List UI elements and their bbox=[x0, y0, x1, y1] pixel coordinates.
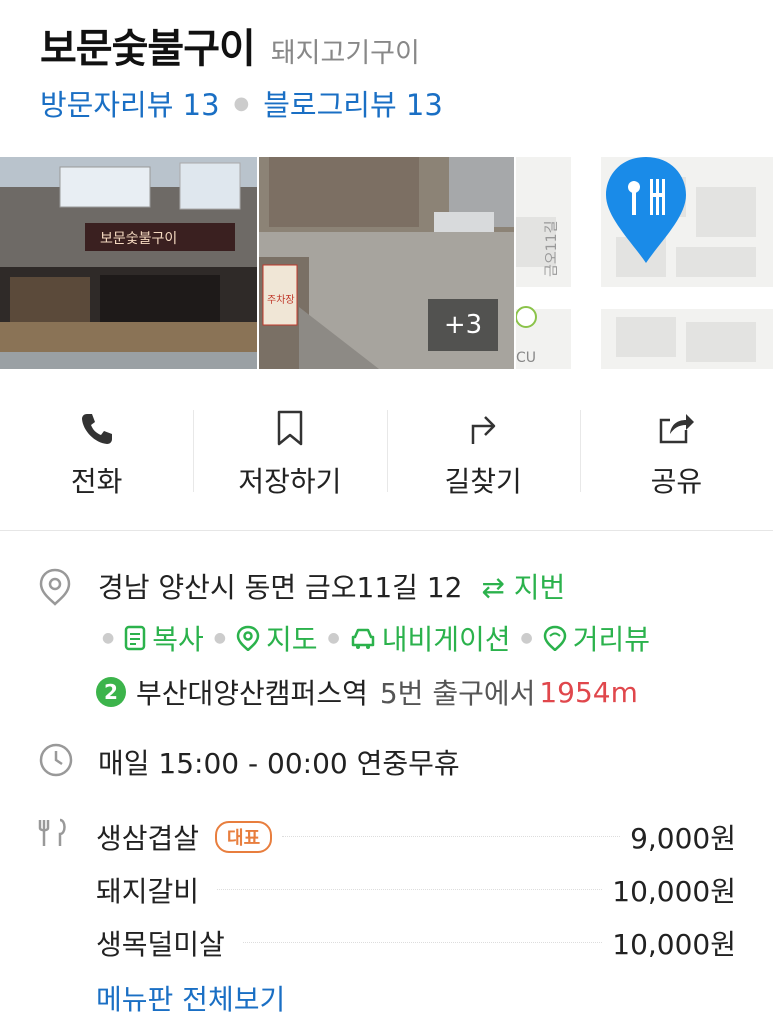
navigation-label: 내비게이션 bbox=[381, 623, 511, 656]
dotted-leader bbox=[217, 889, 603, 890]
navigation-link[interactable]: 내비게이션 bbox=[350, 618, 511, 658]
map-label: 지도 bbox=[265, 623, 318, 656]
menu-item[interactable]: 돼지갈비 10,000원 bbox=[96, 863, 736, 916]
subway-info: 2 부산대양산캠퍼스역 5번 출구에서 1954m bbox=[96, 672, 638, 712]
address-text: 경남 양산시 동면 금오11길 12 bbox=[98, 571, 463, 604]
menu-item-name: 돼지갈비 bbox=[96, 869, 208, 910]
save-label: 저장하기 bbox=[238, 465, 342, 498]
separator-dot: ● bbox=[102, 630, 115, 646]
map-thumbnail[interactable]: 금오11길 CU bbox=[516, 157, 773, 369]
directions-label: 길찾기 bbox=[444, 465, 522, 498]
directions-icon bbox=[463, 408, 503, 448]
bookmark-icon bbox=[270, 408, 310, 448]
copy-label: 복사 bbox=[152, 623, 204, 656]
menu-list: 생삼겹살 대표 9,000원 돼지갈비 10,000원 생목덜미살 10,000… bbox=[96, 810, 736, 969]
menu-item-name: 생삼겹살 bbox=[96, 816, 208, 857]
visitor-review-link[interactable]: 방문자리뷰 13 bbox=[40, 82, 220, 124]
menu-item[interactable]: 생목덜미살 10,000원 bbox=[96, 916, 736, 969]
map-pin-small-icon bbox=[236, 625, 260, 651]
phone-icon bbox=[77, 408, 117, 448]
street-view-icon bbox=[543, 625, 567, 651]
title-row: 보문숯불구이 돼지고기구이 bbox=[40, 16, 420, 74]
separator-dot: ● bbox=[327, 630, 340, 646]
separator-dot: ● bbox=[520, 630, 533, 646]
menu-item-name: 생목덜미살 bbox=[96, 922, 233, 963]
photo-storefront[interactable]: 보문숯불구이 bbox=[0, 157, 257, 369]
car-icon bbox=[351, 628, 374, 649]
menu-item-price: 10,000원 bbox=[612, 922, 736, 963]
station-exit: 5번 출구에서 bbox=[379, 677, 536, 710]
location-icon bbox=[38, 568, 72, 610]
call-label: 전화 bbox=[70, 465, 123, 498]
directions-button[interactable]: 길찾기 bbox=[386, 370, 580, 530]
separator-dot: ● bbox=[233, 92, 250, 114]
map-street-label: 금오11길 bbox=[544, 221, 560, 277]
photo-parking[interactable]: 주차장 +3 bbox=[259, 157, 514, 369]
separator-dot: ● bbox=[213, 630, 226, 646]
signature-badge: 대표 bbox=[215, 820, 273, 853]
menu-icon bbox=[38, 816, 72, 854]
call-button[interactable]: 전화 bbox=[0, 370, 193, 530]
review-row: 방문자리뷰 13 ● 블로그리뷰 13 bbox=[40, 82, 443, 124]
address-actions: ● 복사 ● 지도 ● 내비게이션 ● 거리뷰 bbox=[92, 618, 650, 658]
clock-icon bbox=[38, 742, 74, 782]
share-icon bbox=[656, 408, 696, 448]
share-label: 공유 bbox=[650, 465, 703, 498]
place-header: 보문숯불구이 돼지고기구이 방문자리뷰 13 ● 블로그리뷰 13 bbox=[0, 0, 773, 155]
street-view-label: 거리뷰 bbox=[572, 623, 651, 656]
menu-item-price: 9,000원 bbox=[630, 816, 736, 857]
menu-item-price: 10,000원 bbox=[612, 869, 736, 910]
jibun-toggle[interactable]: ⇄ 지번 bbox=[481, 571, 565, 604]
save-button[interactable]: 저장하기 bbox=[193, 370, 386, 530]
parking-sign-text: 주차장 bbox=[267, 294, 295, 306]
dotted-leader bbox=[282, 836, 621, 837]
menu-item[interactable]: 생삼겹살 대표 9,000원 bbox=[96, 810, 736, 863]
dotted-leader bbox=[242, 942, 603, 943]
place-name: 보문숯불구이 bbox=[40, 26, 256, 72]
view-full-menu-link[interactable]: 메뉴판 전체보기 bbox=[96, 978, 285, 1018]
street-view-link[interactable]: 거리뷰 bbox=[543, 618, 650, 658]
action-bar: 전화 저장하기 길찾기 공유 bbox=[0, 370, 773, 531]
share-button[interactable]: 공유 bbox=[579, 370, 773, 530]
photo-strip: 보문숯불구이 주차장 +3 금오11길 CU bbox=[0, 157, 773, 369]
station-distance: 1954m bbox=[539, 675, 638, 709]
subway-line-badge: 2 bbox=[96, 677, 126, 707]
place-category: 돼지고기구이 bbox=[270, 38, 420, 69]
blog-review-link[interactable]: 블로그리뷰 13 bbox=[263, 82, 443, 124]
business-hours[interactable]: 매일 15:00 - 00:00 연중무휴 bbox=[98, 742, 460, 782]
more-photos-badge[interactable]: +3 bbox=[428, 299, 498, 351]
map-link[interactable]: 지도 bbox=[236, 618, 318, 658]
copy-address-link[interactable]: 복사 bbox=[124, 618, 204, 658]
shop-sign-text: 보문숯불구이 bbox=[100, 231, 177, 247]
copy-icon bbox=[124, 625, 146, 651]
map-poi-label: CU bbox=[516, 350, 536, 366]
address-line: 경남 양산시 동면 금오11길 12 ⇄ 지번 bbox=[98, 566, 565, 606]
station-name: 부산대양산캠퍼스역 bbox=[136, 677, 368, 710]
